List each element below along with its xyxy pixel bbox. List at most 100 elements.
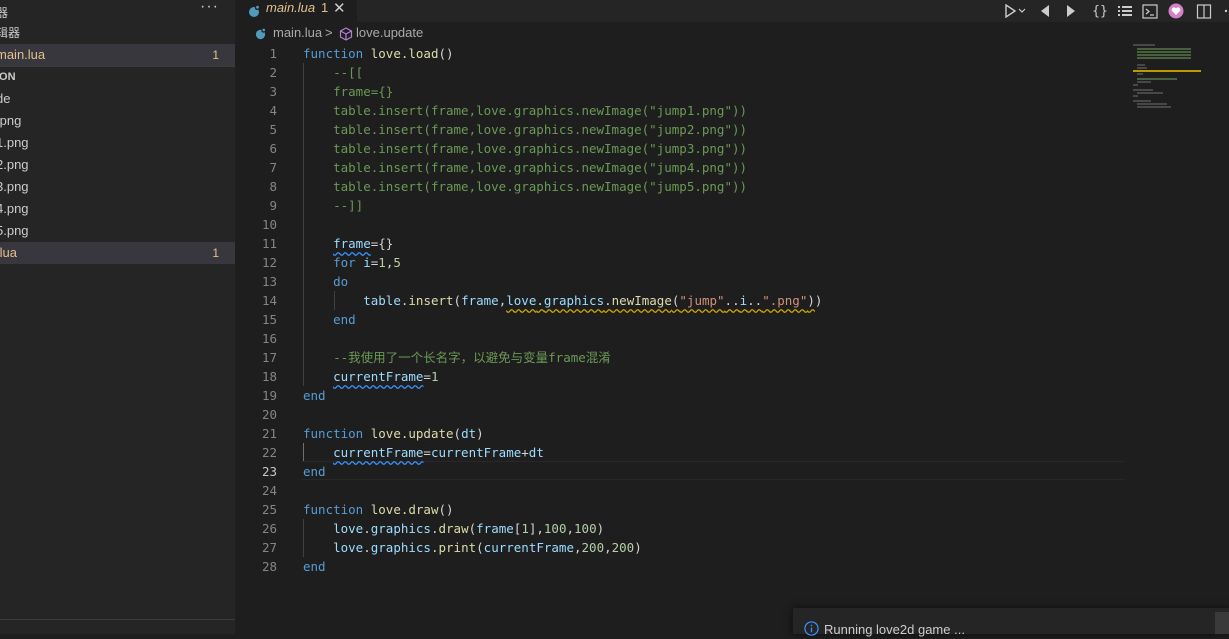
line-number: 27 <box>261 540 277 555</box>
sidebar-header: 器 ··· <box>0 0 235 22</box>
code-line: 25 function love.draw() <box>235 500 1229 519</box>
info-icon <box>804 621 819 639</box>
breadcrumb-symbol[interactable]: love.update <box>356 25 423 40</box>
code-text: currentFrame=1 <box>333 369 439 384</box>
code-text: table.insert(frame,love.graphics.newImag… <box>333 160 748 175</box>
line-number: 16 <box>261 331 277 346</box>
run-icon[interactable] <box>1001 0 1029 22</box>
sidebar-bottom-divider <box>0 619 235 620</box>
sidebar-item-label: 5.png <box>0 223 29 238</box>
code-text: end <box>333 312 356 327</box>
line-number: 18 <box>261 369 277 384</box>
lua-file-icon <box>247 4 261 21</box>
code-line: 20 <box>235 405 1229 424</box>
breadcrumb-file[interactable]: main.lua <box>273 25 322 40</box>
sidebar-item-file[interactable]: 3.png <box>0 176 235 198</box>
terminal-icon[interactable] <box>1139 0 1161 22</box>
split-editor-icon[interactable] <box>1193 0 1215 22</box>
code-text: love.graphics.draw(frame[1],100,100) <box>333 521 605 536</box>
code-line: 24 <box>235 481 1229 500</box>
sidebar-item-file[interactable]: .png <box>0 110 235 132</box>
breadcrumb: main.lua > love.update <box>235 22 1229 44</box>
code-text: love.graphics.print(currentFrame,200,200… <box>333 540 642 555</box>
code-text: frame={} <box>333 84 394 99</box>
sidebar-item-open-main-lua[interactable]: main.lua 1 <box>0 44 235 66</box>
line-number: 21 <box>261 426 277 441</box>
editor-tab-bar: main.lua 1 ✕ {} <box>235 0 1229 22</box>
list-icon[interactable] <box>1115 0 1135 22</box>
next-change-icon[interactable] <box>1061 0 1081 22</box>
sidebar-section-folder[interactable]: ION <box>0 66 235 88</box>
sidebar-item-label: .png <box>0 113 22 128</box>
line-number: 6 <box>269 141 277 156</box>
code-editor[interactable]: 1 function love.load() 2 --[[ 3 frame={} … <box>235 44 1229 634</box>
code-line: 12 for i=1,5 <box>235 253 1229 272</box>
breadcrumb-separator: > <box>325 25 333 40</box>
code-text: function love.draw() <box>303 502 454 517</box>
code-line: 4 table.insert(frame,love.graphics.newIm… <box>235 101 1229 120</box>
sidebar-item-label: 1.png <box>0 135 29 150</box>
code-text: function love.update(dt) <box>303 426 484 441</box>
sidebar-item-label: .lua <box>0 245 17 260</box>
lua-file-icon <box>254 27 267 43</box>
sidebar-item-label: 4.png <box>0 201 29 216</box>
sidebar-item-file[interactable]: 1.png <box>0 132 235 154</box>
code-text: end <box>303 464 326 479</box>
problem-count-badge: 1 <box>212 48 219 62</box>
editor-scrollbar[interactable] <box>1215 44 1229 634</box>
line-number: 5 <box>269 122 277 137</box>
more-editor-actions-icon[interactable] <box>1219 0 1229 22</box>
symbol-method-icon <box>339 27 353 44</box>
sidebar-section-open-editors[interactable]: 辑器 <box>0 22 235 44</box>
problem-count-badge: 1 <box>212 246 219 260</box>
code-text: function love.load() <box>303 46 454 61</box>
line-number: 1 <box>269 46 277 61</box>
code-text: --[[ <box>333 65 364 80</box>
sidebar-item-label: 辑器 <box>0 26 21 40</box>
tab-label: main.lua <box>266 0 316 15</box>
notification-scrollbar[interactable] <box>1215 612 1229 634</box>
sidebar-item-label: 3.png <box>0 179 29 194</box>
extension-heart-icon[interactable] <box>1165 0 1187 22</box>
braces-icon[interactable]: {} <box>1089 0 1111 22</box>
sidebar-item-file[interactable]: de <box>0 88 235 110</box>
notification-toast[interactable]: Running love2d game ... <box>793 608 1229 637</box>
code-line: 15 end <box>235 310 1229 329</box>
code-line-active: 23 end <box>235 462 1229 481</box>
tab-problem-count: 1 <box>321 0 329 15</box>
line-number: 19 <box>261 388 277 403</box>
line-number: 8 <box>269 179 277 194</box>
code-line: 1 function love.load() <box>235 44 1229 63</box>
code-line: 21 function love.update(dt) <box>235 424 1229 443</box>
line-number: 15 <box>261 312 277 327</box>
code-line: 18 currentFrame=1 <box>235 367 1229 386</box>
code-text: do <box>333 274 349 289</box>
line-number: 11 <box>261 236 277 251</box>
notification-message: Running love2d game ... <box>824 622 965 637</box>
close-icon[interactable]: ✕ <box>333 0 346 17</box>
sidebar-item-main-lua[interactable]: .lua 1 <box>0 242 235 264</box>
sidebar-item-file[interactable]: 5.png <box>0 220 235 242</box>
more-actions-icon[interactable]: ··· <box>200 0 219 16</box>
code-line: 14 table.insert(frame,love.graphics.newI… <box>235 291 1229 310</box>
sidebar-item-label: 2.png <box>0 157 29 172</box>
line-number: 20 <box>261 407 277 422</box>
code-line: 19 end <box>235 386 1229 405</box>
line-number: 24 <box>261 483 277 498</box>
code-text: end <box>303 559 326 574</box>
previous-change-icon[interactable] <box>1035 0 1055 22</box>
code-text: currentFrame=currentFrame+dt <box>333 445 544 460</box>
code-text: table.insert(frame,love.graphics.newImag… <box>333 141 748 156</box>
code-text: table.insert(frame,love.graphics.newImag… <box>333 179 748 194</box>
sidebar-item-label: ION <box>0 71 16 83</box>
tab-main-lua[interactable]: main.lua 1 ✕ <box>235 0 357 22</box>
line-number: 22 <box>261 445 277 460</box>
line-number: 17 <box>261 350 277 365</box>
sidebar-item-label: main.lua <box>0 47 46 62</box>
sidebar-item-file[interactable]: 4.png <box>0 198 235 220</box>
code-line: 11 frame={} <box>235 234 1229 253</box>
sidebar-title: 器 <box>0 6 9 20</box>
sidebar-item-file[interactable]: 2.png <box>0 154 235 176</box>
code-text: table.insert(frame,love.graphics.newImag… <box>363 293 823 308</box>
code-text: frame={} <box>333 236 394 251</box>
